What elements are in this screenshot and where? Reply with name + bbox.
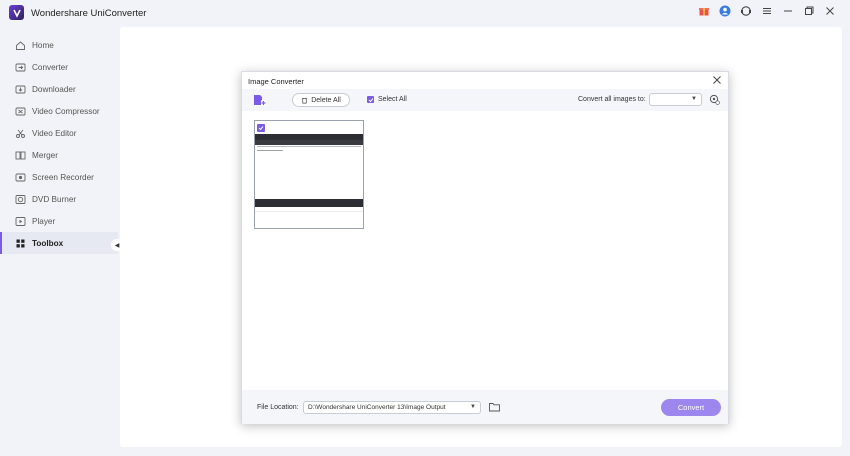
file-location-value: D:\Wondershare UniConverter 13\Image Out…: [308, 404, 446, 411]
sidebar-item-home[interactable]: Home: [0, 34, 118, 56]
sidebar-item-label: Video Editor: [32, 128, 77, 138]
convert-all-label: Convert all images to:: [578, 96, 646, 103]
trash-icon: [302, 97, 308, 103]
sidebar-item-label: Merger: [32, 150, 58, 160]
thumbnail-checkbox[interactable]: [257, 124, 265, 132]
sidebar-item-screen-recorder[interactable]: Screen Recorder: [0, 166, 118, 188]
image-thumbnail[interactable]: [254, 120, 364, 229]
file-location-select[interactable]: D:\Wondershare UniConverter 13\Image Out…: [303, 401, 481, 414]
convert-button[interactable]: Convert: [661, 399, 721, 416]
disc-icon: [15, 194, 26, 205]
close-icon[interactable]: [824, 5, 836, 17]
sidebar-item-label: DVD Burner: [32, 194, 77, 204]
avatar-icon[interactable]: [719, 5, 731, 17]
gift-icon[interactable]: [698, 5, 710, 17]
download-icon: [15, 84, 26, 95]
record-icon: [15, 172, 26, 183]
file-location-label: File Location:: [257, 404, 299, 411]
sidebar-item-video-editor[interactable]: Video Editor: [0, 122, 118, 144]
chevron-down-icon: ▼: [691, 96, 697, 102]
minimize-icon[interactable]: [782, 5, 794, 17]
dialog-toolbar: Delete All Select All Convert all images…: [242, 89, 728, 111]
dialog-title: Image Converter: [248, 77, 304, 86]
merge-icon: [15, 150, 26, 161]
close-icon[interactable]: [712, 75, 722, 85]
folder-icon[interactable]: [489, 402, 500, 412]
sidebar-item-merger[interactable]: Merger: [0, 144, 118, 166]
sidebar-item-converter[interactable]: Converter: [0, 56, 118, 78]
sidebar-item-label: Downloader: [32, 84, 76, 94]
settings-icon[interactable]: [709, 94, 720, 105]
maximize-icon[interactable]: [803, 5, 815, 17]
grid-icon: [15, 238, 26, 249]
sidebar-item-video-compressor[interactable]: Video Compressor: [0, 100, 118, 122]
sidebar-item-label: Player: [32, 216, 56, 226]
add-image-button[interactable]: [253, 94, 267, 107]
select-all-label: Select All: [378, 96, 407, 103]
delete-all-button[interactable]: Delete All: [292, 93, 350, 107]
sidebar-item-label: Converter: [32, 62, 68, 72]
delete-all-label: Delete All: [311, 96, 341, 104]
app-logo: [9, 5, 24, 20]
sidebar-item-toolbox[interactable]: Toolbox: [0, 232, 118, 254]
chevron-down-icon: ▼: [470, 404, 476, 410]
image-converter-dialog: Image Converter Delete All Select All Co…: [241, 71, 729, 424]
sidebar-item-dvd-burner[interactable]: DVD Burner: [0, 188, 118, 210]
menu-icon[interactable]: [761, 5, 773, 17]
title-bar: Wondershare UniConverter: [0, 0, 850, 27]
sidebar-item-label: Screen Recorder: [32, 172, 94, 182]
sidebar-item-label: Toolbox: [32, 238, 64, 248]
sidebar: Home Converter Downloader Video Compress…: [0, 27, 118, 456]
play-icon: [15, 216, 26, 227]
sidebar-item-player[interactable]: Player: [0, 210, 118, 232]
dialog-footer: File Location: D:\Wondershare UniConvert…: [242, 390, 728, 424]
home-icon: [15, 40, 26, 51]
sidebar-item-label: Home: [32, 40, 54, 50]
app-title: Wondershare UniConverter: [31, 8, 147, 19]
sidebar-item-downloader[interactable]: Downloader: [0, 78, 118, 100]
sidebar-item-label: Video Compressor: [32, 106, 100, 116]
checkbox-checked-icon: [367, 96, 374, 103]
select-all-checkbox[interactable]: Select All: [367, 96, 407, 103]
support-icon[interactable]: [740, 5, 752, 17]
output-format-select[interactable]: ▼: [649, 93, 702, 106]
compress-icon: [15, 106, 26, 117]
converter-icon: [15, 62, 26, 73]
scissors-icon: [15, 128, 26, 139]
